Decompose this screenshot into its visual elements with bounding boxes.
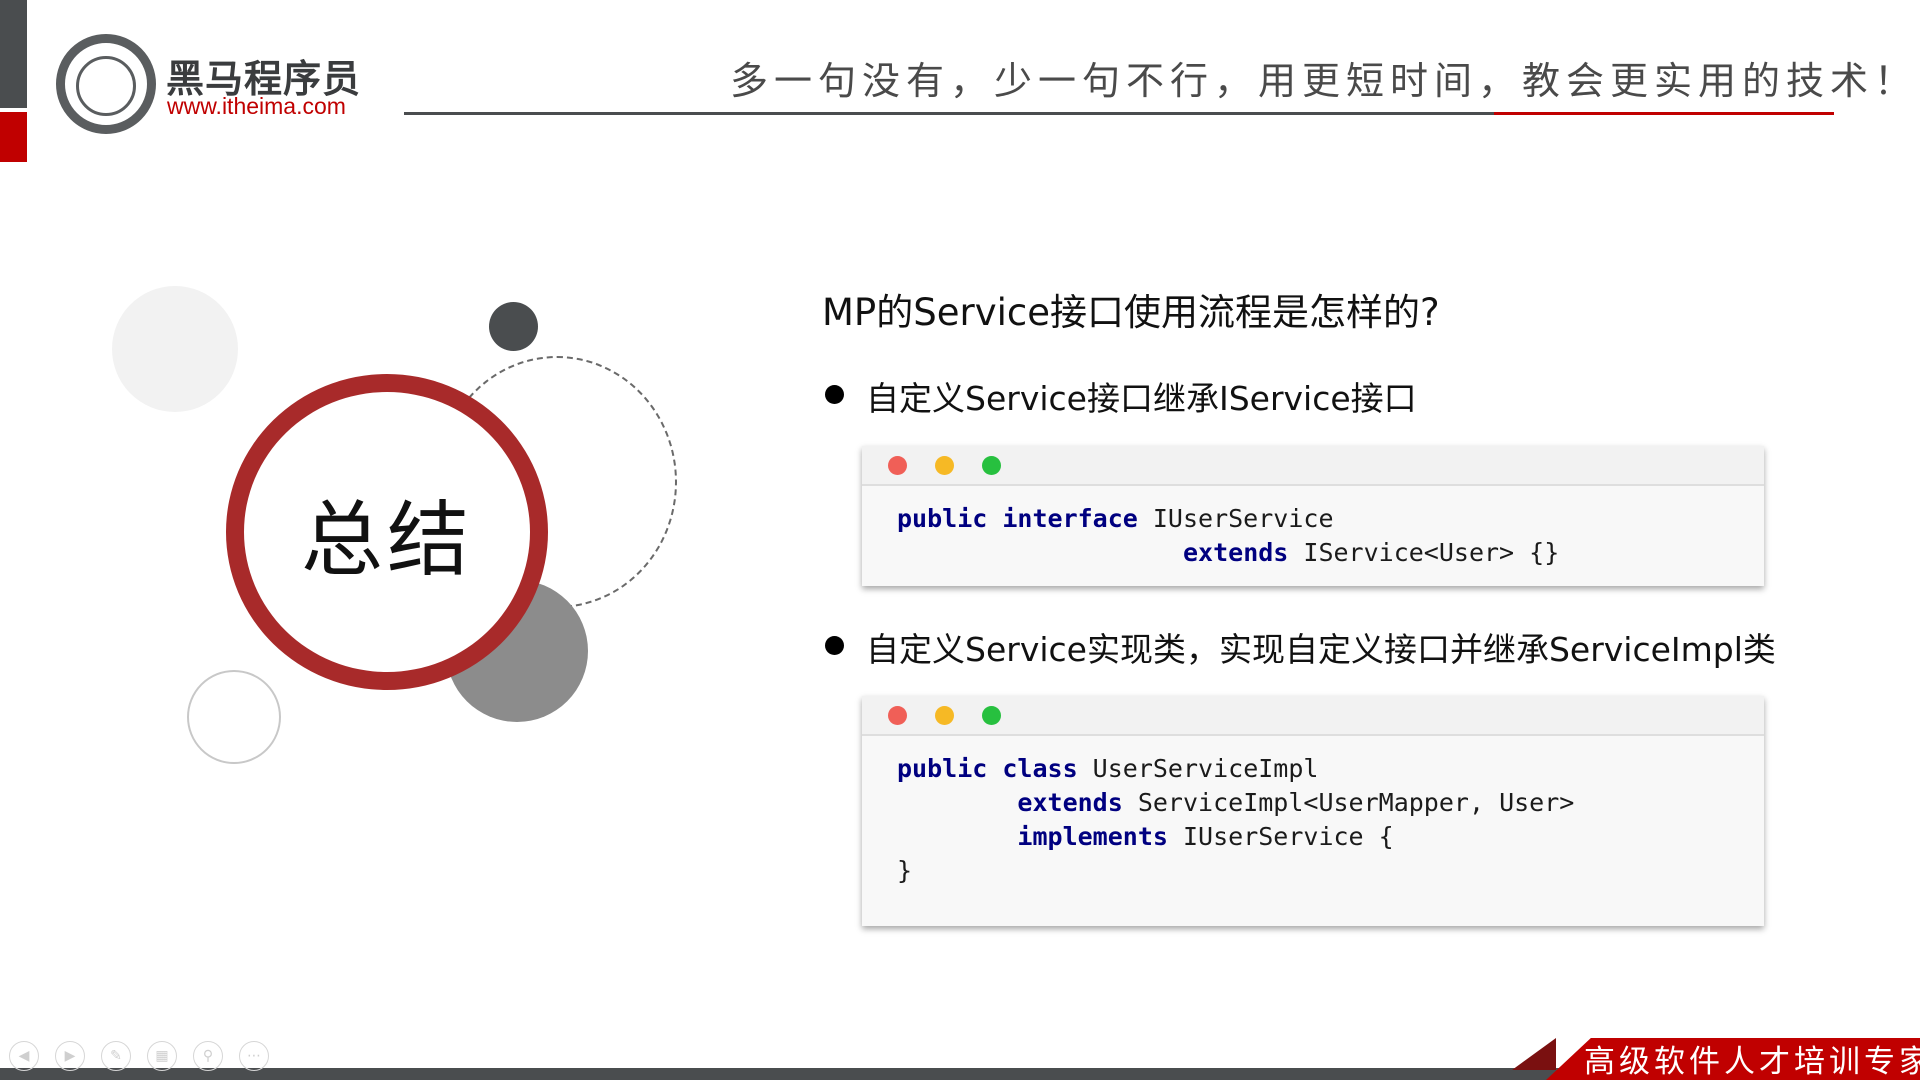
brand-logo-inner-icon — [76, 56, 136, 116]
zoom-icon[interactable]: ⚲ — [193, 1041, 223, 1071]
code-token: IUserService — [1137, 504, 1334, 533]
window-close-dot-icon — [888, 456, 907, 475]
code-keyword: public interface — [897, 504, 1138, 533]
window-close-dot-icon — [888, 706, 907, 725]
pen-icon[interactable]: ✎ — [101, 1041, 131, 1071]
code-line: extends ServiceImpl<UserMapper, User> — [897, 786, 1574, 820]
decor-circle-light — [112, 286, 238, 412]
code-block: public interface IUserService extends IS… — [897, 502, 1559, 570]
next-icon[interactable]: ▶ — [55, 1041, 85, 1071]
left-edge-bar-red — [0, 112, 27, 162]
code-line: extends IService<User> {} — [897, 536, 1559, 570]
point-text-1: 自定义Service接口继承IService接口 — [866, 379, 1417, 418]
point-text-2: 自定义Service实现类，实现自定义接口并继承ServiceImpl类 — [866, 630, 1776, 669]
window-minimize-dot-icon — [935, 456, 954, 475]
code-line: public class UserServiceImpl — [897, 752, 1574, 786]
bullet-icon — [825, 385, 844, 404]
code-line: } — [897, 854, 1574, 888]
code-line: public interface IUserService — [897, 502, 1559, 536]
bullet-icon — [825, 636, 844, 655]
code-window-titlebar — [862, 696, 1764, 736]
header-divider-red — [1494, 112, 1834, 115]
code-token: } — [897, 856, 913, 885]
code-keyword: extends — [1017, 788, 1123, 817]
window-maximize-dot-icon — [982, 706, 1001, 725]
code-keyword: implements — [1017, 822, 1168, 851]
window-maximize-dot-icon — [982, 456, 1001, 475]
slogan: 多一句没有，少一句不行，用更短时间，教会更实用的技术！ — [730, 59, 1919, 103]
slides-icon[interactable]: ▦ — [147, 1041, 177, 1071]
code-keyword: extends — [1182, 538, 1289, 567]
footer-tagline: 高级软件人才培训专家 — [1584, 1044, 1920, 1080]
more-icon[interactable]: ⋯ — [239, 1041, 269, 1071]
left-edge-bar-dark — [0, 0, 27, 108]
code-block: public class UserServiceImpl extends Ser… — [897, 752, 1574, 888]
code-token: UserServiceImpl — [1077, 754, 1319, 783]
code-token: IUserService { — [1167, 822, 1394, 851]
code-token: ServiceImpl<UserMapper, User> — [1122, 788, 1575, 817]
summary-badge: 总结 — [226, 374, 548, 690]
window-minimize-dot-icon — [935, 706, 954, 725]
code-window-1: public interface IUserService extends IS… — [862, 446, 1764, 586]
header-divider-dark — [404, 112, 1494, 115]
prev-icon[interactable]: ◀ — [9, 1041, 39, 1071]
code-line: implements IUserService { — [897, 820, 1574, 854]
code-keyword: public class — [897, 754, 1078, 783]
decor-circle-dark-dot — [489, 302, 538, 351]
code-window-2: public class UserServiceImpl extends Ser… — [862, 696, 1764, 926]
code-token: IService<User> {} — [1288, 538, 1560, 567]
footer-accent-triangle — [1512, 1038, 1556, 1070]
code-window-titlebar — [862, 446, 1764, 486]
summary-badge-label: 总结 — [300, 492, 473, 588]
decor-circle-outline — [187, 670, 281, 764]
brand-url: www.itheima.com — [167, 93, 346, 119]
question-heading: MP的Service接口使用流程是怎样的? — [822, 291, 1440, 334]
